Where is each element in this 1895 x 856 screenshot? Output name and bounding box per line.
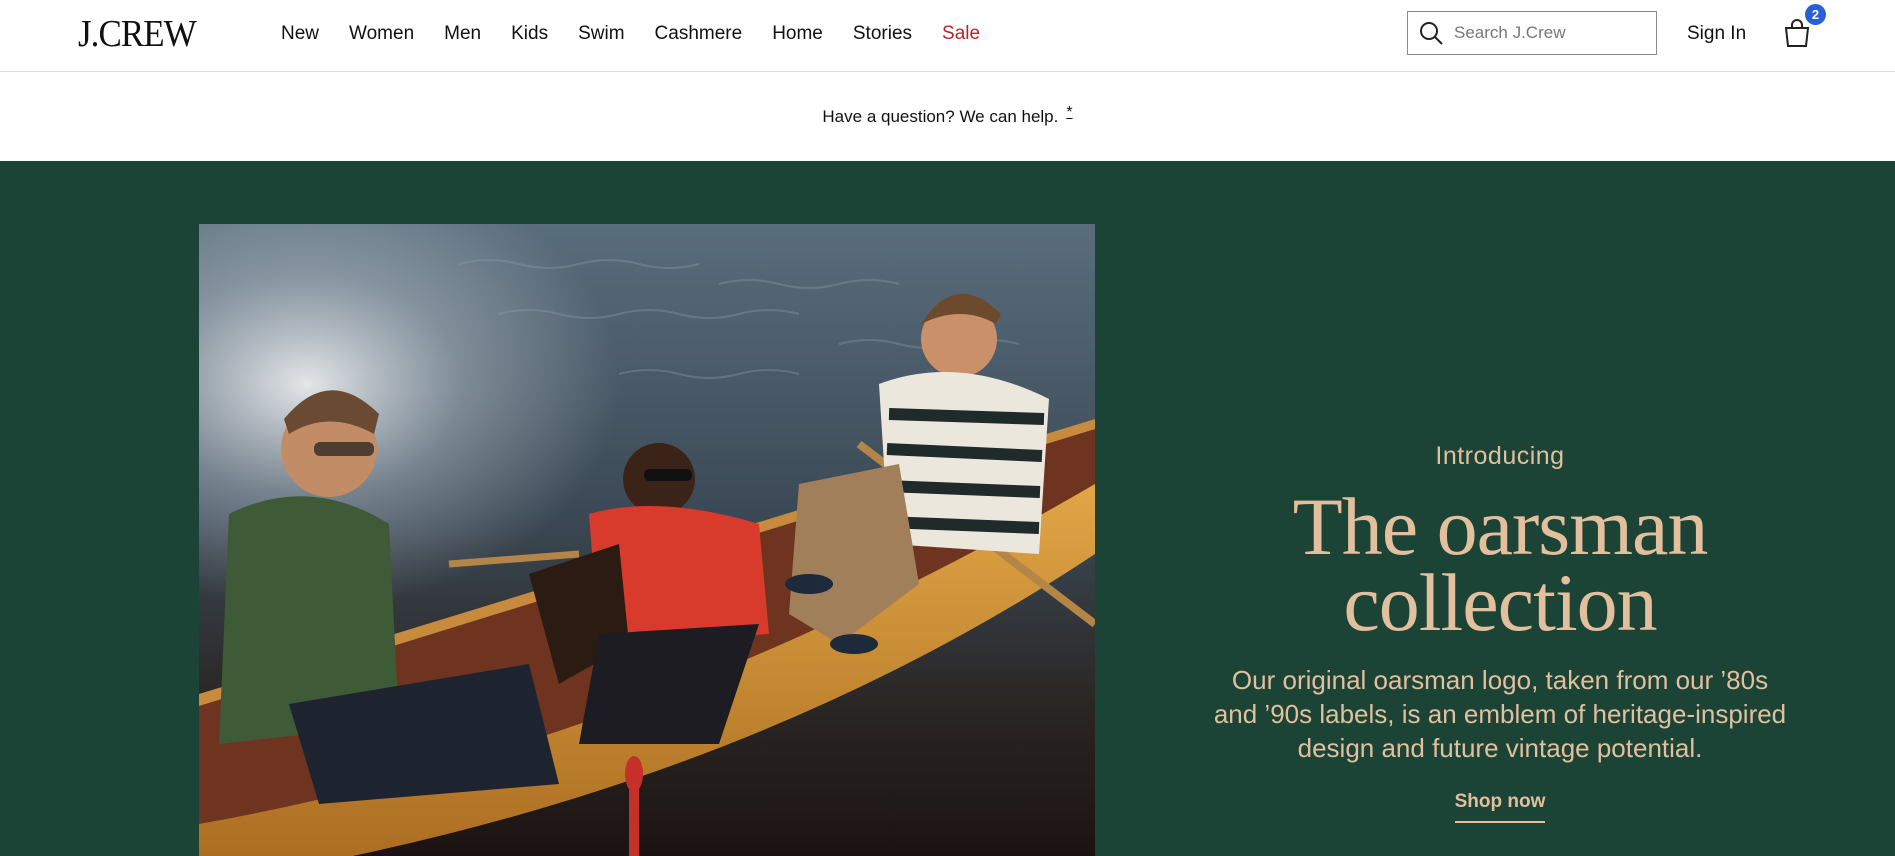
site-header: J.CREW New Women Men Kids Swim Cashmere … [0,0,1895,72]
nav-item-women[interactable]: Women [349,21,414,47]
hero-copy: Introducing The oarsman collection Our o… [1200,441,1800,823]
help-banner-asterisk[interactable]: * [1066,104,1072,122]
nav-item-home[interactable]: Home [772,21,823,47]
nav-item-new[interactable]: New [281,21,319,47]
hero-image[interactable] [199,224,1095,856]
nav-item-sale[interactable]: Sale [942,21,980,47]
search-input[interactable] [1454,23,1644,43]
sign-in-link[interactable]: Sign In [1687,20,1746,48]
nav-item-stories[interactable]: Stories [853,21,912,47]
hero-title-line-1: The oarsman [1292,481,1709,572]
nav-item-swim[interactable]: Swim [578,21,624,47]
help-banner-text[interactable]: Have a question? We can help. [822,107,1058,127]
search-box[interactable] [1407,11,1657,55]
bag-count-badge: 2 [1805,4,1826,25]
hero-photo-illustration [199,224,1095,856]
shopping-bag-icon[interactable] [1782,18,1812,48]
search-icon [1420,22,1443,45]
nav-item-kids[interactable]: Kids [511,21,548,47]
shop-now-link[interactable]: Shop now [1454,791,1546,823]
hero-section: Introducing The oarsman collection Our o… [0,161,1895,856]
hero-title: The oarsman collection [1200,481,1800,648]
hero-intro: Introducing [1435,442,1565,470]
hero-description: Our original oarsman logo, taken from ou… [1213,665,1787,763]
jcrew-logo[interactable]: J.CREW [78,14,197,54]
nav-item-cashmere[interactable]: Cashmere [655,21,743,47]
help-banner: Have a question? We can help. * [0,72,1895,161]
hero-title-line-2: collection [1343,557,1657,648]
nav-item-men[interactable]: Men [444,21,481,47]
main-nav: New Women Men Kids Swim Cashmere Home St… [281,21,1010,47]
